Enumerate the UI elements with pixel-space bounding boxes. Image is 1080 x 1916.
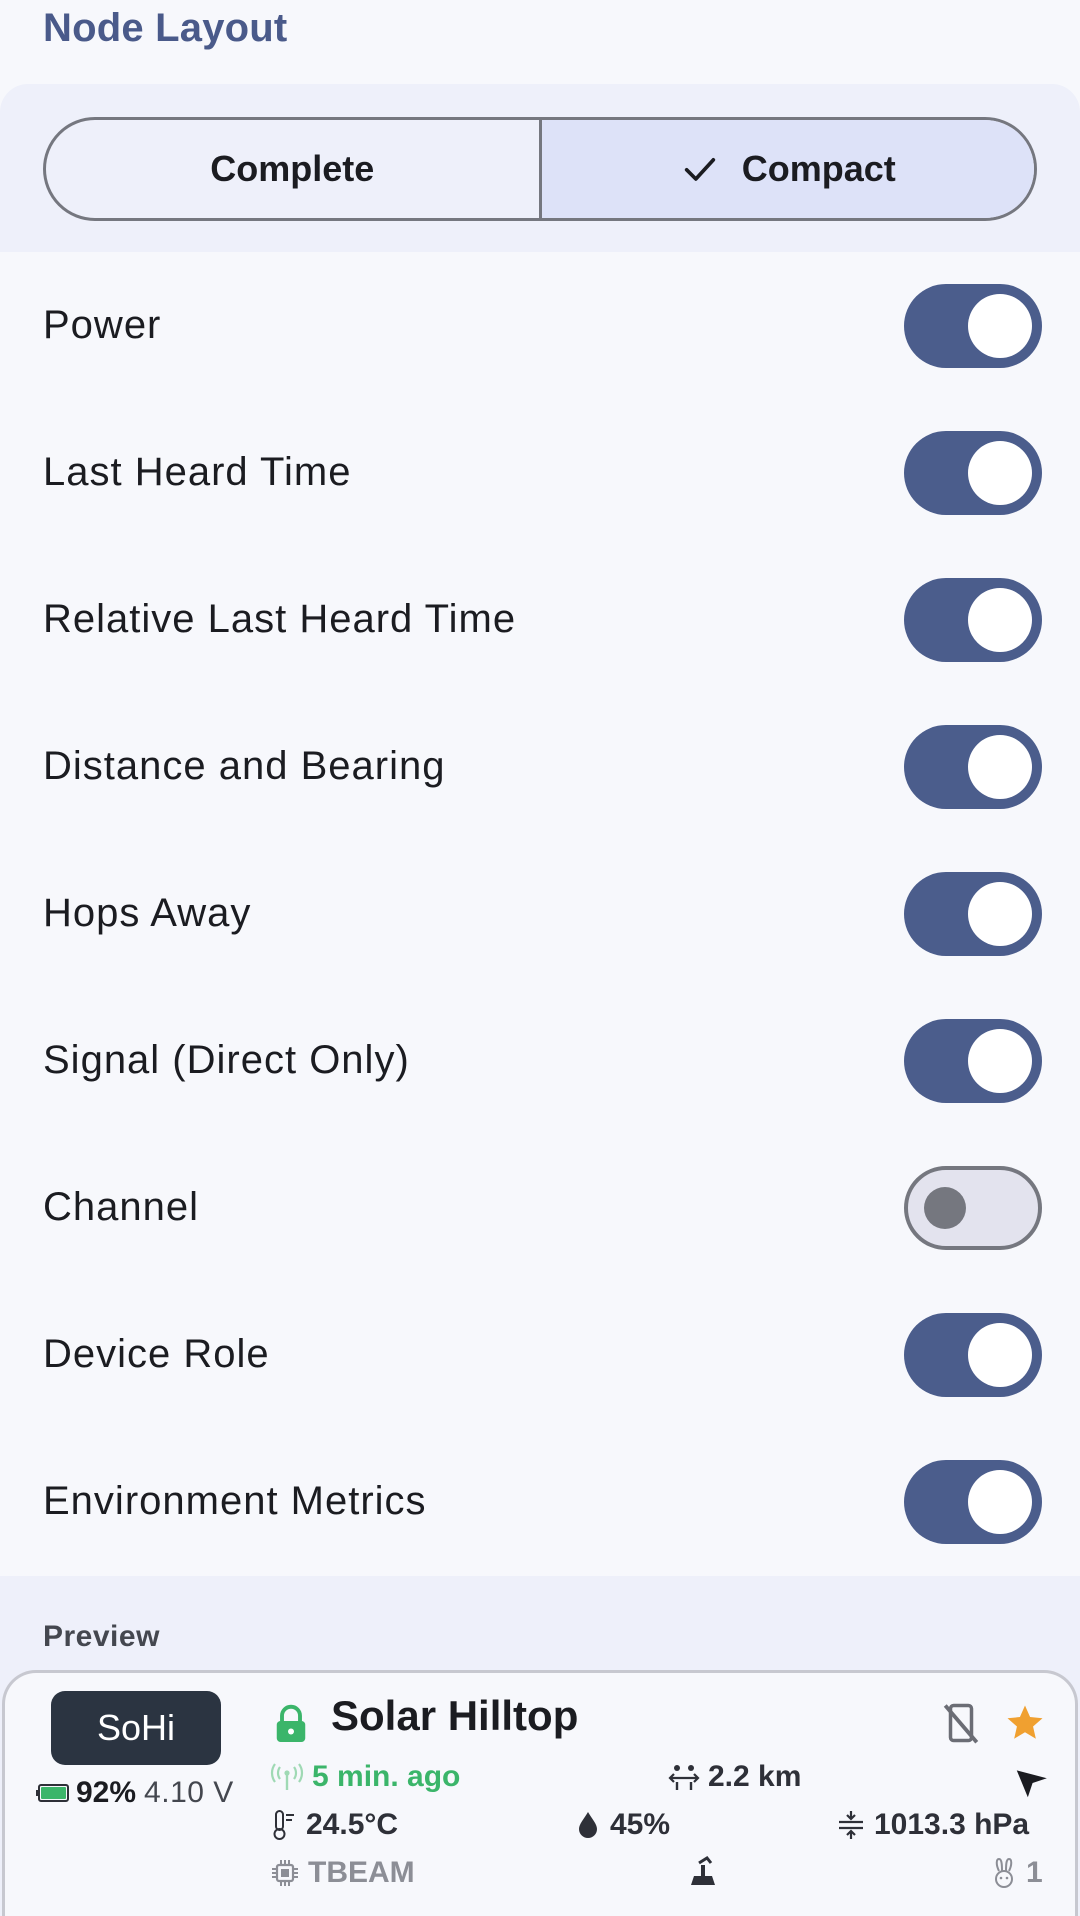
hops-away-switch[interactable]	[904, 871, 1042, 956]
humidity-drop-icon	[579, 1812, 597, 1838]
hops-value: 1	[1026, 1856, 1043, 1889]
switch-knob	[924, 1186, 966, 1229]
toggle-row-environment-metrics[interactable]: Environment Metrics	[0, 1428, 1080, 1575]
distance-info: 2.2 km	[668, 1760, 801, 1794]
toggle-label: Hops Away	[43, 891, 252, 935]
pressure-info: 1013.3 hPa	[836, 1808, 1029, 1842]
hops-rabbit-icon	[995, 1857, 1013, 1888]
switch-knob	[968, 881, 1032, 946]
signal-tower-icon	[270, 1763, 304, 1790]
distance-value: 2.2 km	[708, 1760, 802, 1793]
toggle-row-last-heard-time[interactable]: Last Heard Time	[0, 399, 1080, 546]
device-role-info	[686, 1854, 720, 1888]
switch-knob	[968, 440, 1032, 505]
layout-selector: Complete Compact	[43, 117, 1037, 221]
preview-label: Preview	[43, 1620, 160, 1653]
lock-icon	[276, 1704, 306, 1742]
layout-option-compact[interactable]: Compact	[538, 120, 1034, 218]
temperature-value: 24.5°C	[306, 1808, 399, 1841]
switch-knob	[968, 587, 1032, 652]
last-heard-value: 5 min. ago	[312, 1760, 461, 1793]
layout-option-label: Complete	[210, 148, 375, 189]
switch-knob	[968, 1469, 1032, 1534]
device-role-icon	[691, 1856, 715, 1885]
toggle-label: Power	[43, 303, 162, 347]
battery-voltage: 4.10 V	[144, 1776, 234, 1809]
display-toggle-list: Power Last Heard Time Relative Last Hear…	[0, 252, 1080, 1575]
humidity-value: 45%	[610, 1808, 671, 1841]
power-switch[interactable]	[904, 283, 1042, 368]
switch-knob	[968, 1322, 1032, 1387]
environment-metrics-switch[interactable]	[904, 1459, 1042, 1544]
humidity-info: 45%	[574, 1808, 670, 1842]
switch-knob	[968, 1028, 1032, 1093]
distance-bearing-switch[interactable]	[904, 724, 1042, 809]
toggle-row-distance-bearing[interactable]: Distance and Bearing	[0, 693, 1080, 840]
no-phone-icon	[943, 1703, 979, 1744]
switch-knob	[968, 293, 1032, 358]
toggle-row-relative-last-heard[interactable]: Relative Last Heard Time	[0, 546, 1080, 693]
thermometer-icon	[273, 1810, 294, 1840]
battery-percent: 92%	[76, 1776, 137, 1809]
toggle-row-power[interactable]: Power	[0, 252, 1080, 399]
hops-info: 1	[990, 1856, 1043, 1890]
toggle-label: Device Role	[43, 1332, 270, 1376]
layout-option-complete[interactable]: Complete	[46, 120, 539, 218]
hardware-info: TBEAM	[270, 1856, 415, 1890]
last-heard-time-switch[interactable]	[904, 430, 1042, 515]
toggle-row-device-role[interactable]: Device Role	[0, 1281, 1080, 1428]
switch-knob	[968, 734, 1032, 799]
star-icon[interactable]	[1004, 1702, 1046, 1744]
bearing-arrow-icon	[1016, 1770, 1047, 1798]
pressure-value: 1013.3 hPa	[874, 1808, 1030, 1841]
battery-info: 92% 4.10 V	[36, 1776, 234, 1810]
toggle-label: Last Heard Time	[43, 450, 352, 494]
channel-switch[interactable]	[904, 1165, 1042, 1250]
toggle-row-channel[interactable]: Channel	[0, 1134, 1080, 1281]
hardware-value: TBEAM	[308, 1856, 415, 1889]
chip-icon	[272, 1860, 298, 1886]
temperature-info: 24.5°C	[270, 1808, 398, 1842]
node-long-name: Solar Hilltop	[331, 1692, 579, 1739]
node-short-name-badge[interactable]: SoHi	[51, 1691, 221, 1765]
node-short-name: SoHi	[96, 1707, 176, 1748]
section-title: Node Layout	[43, 6, 288, 50]
pressure-icon	[839, 1811, 863, 1839]
toggle-label: Channel	[43, 1185, 200, 1229]
battery-icon	[36, 1784, 69, 1802]
toggle-label: Environment Metrics	[43, 1479, 427, 1523]
signal-switch[interactable]	[904, 1018, 1042, 1103]
toggle-label: Distance and Bearing	[43, 744, 446, 788]
toggle-row-hops-away[interactable]: Hops Away	[0, 840, 1080, 987]
check-icon	[684, 158, 715, 181]
toggle-row-signal[interactable]: Signal (Direct Only)	[0, 987, 1080, 1134]
last-heard-info: 5 min. ago	[270, 1760, 460, 1794]
toggle-label: Signal (Direct Only)	[43, 1038, 410, 1082]
layout-option-label: Compact	[741, 148, 896, 189]
relative-last-heard-switch[interactable]	[904, 577, 1042, 662]
toggle-label: Relative Last Heard Time	[43, 597, 517, 641]
distance-icon	[668, 1765, 700, 1790]
device-role-switch[interactable]	[904, 1312, 1042, 1397]
